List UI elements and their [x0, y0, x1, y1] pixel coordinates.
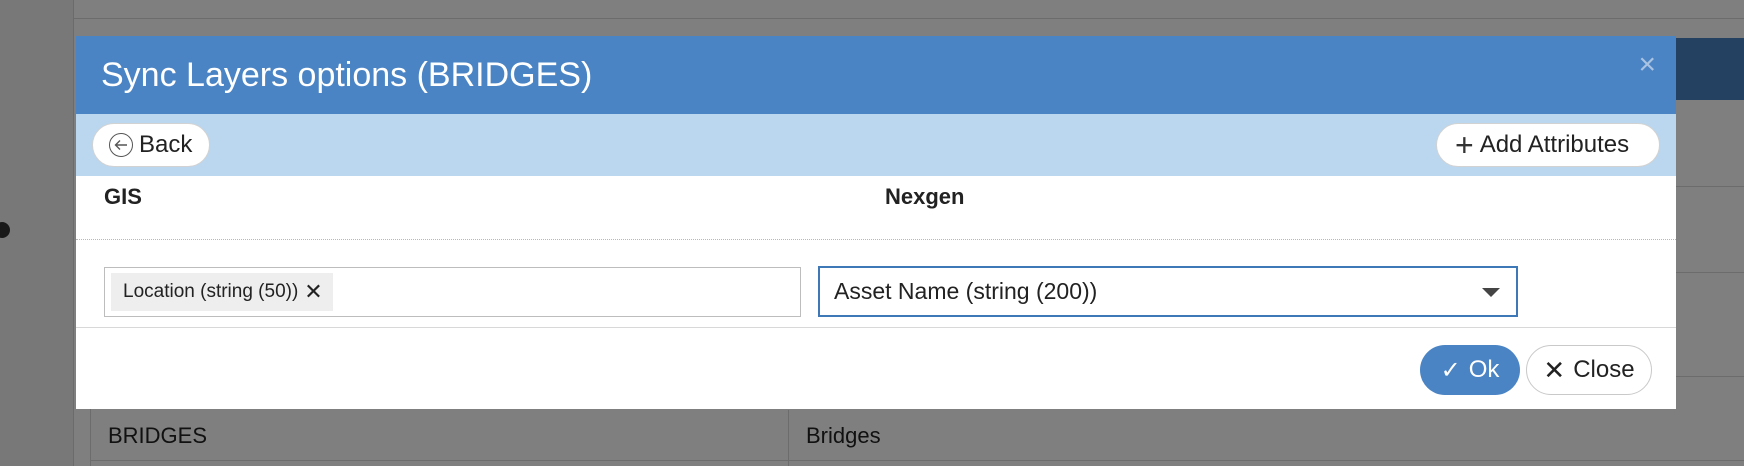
dialog-toolbar: Back + Add Attributes	[76, 114, 1676, 176]
remove-tag-icon[interactable]: ✕	[304, 279, 322, 305]
column-header-gis: GIS	[104, 184, 142, 209]
dialog-header: Sync Layers options (BRIDGES) ×	[76, 36, 1676, 114]
back-button[interactable]: Back	[92, 123, 210, 167]
close-button-label: Close	[1573, 356, 1635, 383]
chevron-down-icon	[1482, 288, 1500, 297]
ok-button[interactable]: ✓ Ok	[1420, 345, 1520, 395]
gis-attribute-tag: Location (string (50)) ✕	[111, 273, 333, 311]
gis-attribute-input[interactable]: Location (string (50)) ✕	[104, 267, 801, 317]
close-button[interactable]: ✕ Close	[1526, 345, 1652, 395]
close-icon: ✕	[1543, 354, 1566, 385]
dialog-title: Sync Layers options (BRIDGES)	[101, 56, 593, 94]
nexgen-attribute-select[interactable]: Asset Name (string (200))	[818, 266, 1518, 317]
column-header-nexgen: Nexgen	[885, 184, 965, 209]
plus-icon: +	[1455, 127, 1474, 163]
nexgen-attribute-value: Asset Name (string (200))	[834, 278, 1098, 304]
add-attributes-label: Add Attributes	[1479, 131, 1630, 158]
sync-layers-dialog: Sync Layers options (BRIDGES) × Back + A…	[76, 36, 1676, 409]
divider	[76, 327, 1676, 328]
close-icon[interactable]: ×	[1638, 50, 1656, 80]
ok-button-label: Ok	[1468, 356, 1500, 383]
check-icon: ✓	[1440, 356, 1461, 384]
gis-attribute-tag-label: Location (string (50))	[123, 281, 299, 302]
back-arrow-icon	[109, 133, 133, 157]
back-button-label: Back	[139, 131, 193, 158]
add-attributes-button[interactable]: + Add Attributes	[1436, 123, 1660, 167]
divider	[76, 239, 1676, 240]
